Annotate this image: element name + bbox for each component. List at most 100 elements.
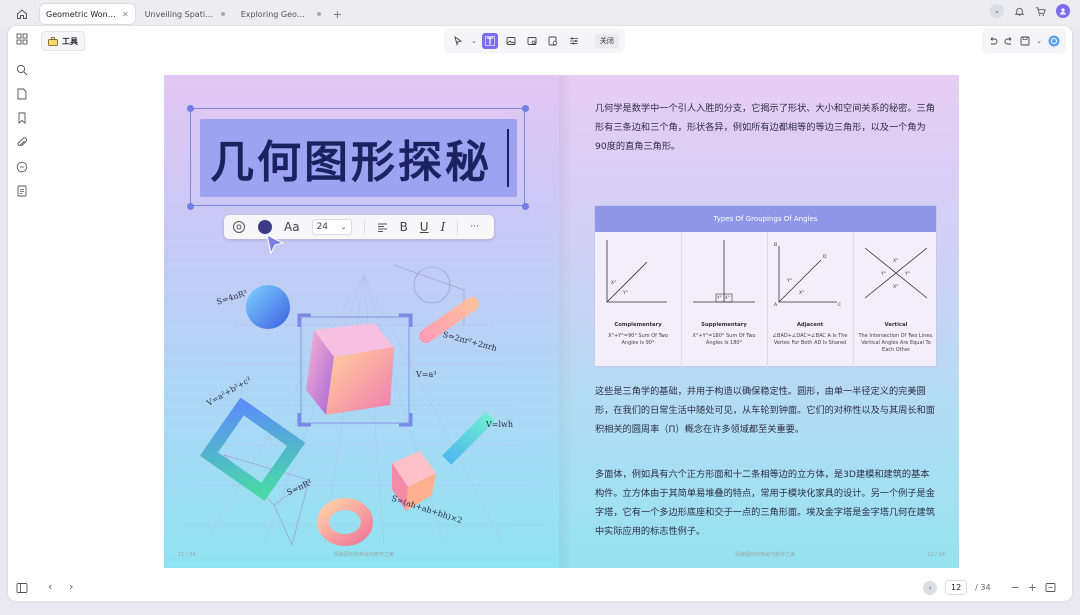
left-sidebar xyxy=(8,26,36,601)
supplementary-angle-diagram: Y° X° xyxy=(693,240,755,303)
chevron-down-icon: ⌄ xyxy=(340,223,347,231)
sidebar-toggle-icon[interactable] xyxy=(16,582,28,594)
tab-unveiling-spatial[interactable]: Unveiling Spatial My... xyxy=(139,4,231,24)
svg-text:Y°: Y° xyxy=(786,278,792,284)
svg-text:C: C xyxy=(838,302,841,308)
fit-page-icon[interactable] xyxy=(1045,582,1056,593)
thumbnails-icon[interactable] xyxy=(16,33,28,45)
angle-cell-supplementary: Y° X° Supplementary X°+Y°=180° Sum Of Two… xyxy=(681,232,767,368)
chevron-down-icon[interactable]: ⌄ xyxy=(471,37,477,45)
text-color-button[interactable] xyxy=(258,220,272,234)
previous-page-button[interactable]: ‹ xyxy=(48,580,52,593)
close-tab-icon[interactable]: ✕ xyxy=(122,10,129,19)
move-icon[interactable] xyxy=(232,220,246,234)
page-gutter xyxy=(559,75,573,568)
home-button[interactable] xyxy=(8,0,36,28)
title-text-box[interactable]: 几何图形探秘 xyxy=(200,119,517,197)
svg-text:B: B xyxy=(774,242,777,248)
bookmark-icon[interactable] xyxy=(16,112,28,124)
italic-button[interactable]: I xyxy=(441,220,446,234)
angle-description: The Intersection Of Two Lines. Vertical … xyxy=(858,333,934,353)
more-options-button[interactable]: ··· xyxy=(470,222,479,232)
angle-name: Adjacent xyxy=(796,322,824,328)
resize-handle[interactable] xyxy=(522,105,529,112)
tools-button[interactable]: 工具 xyxy=(41,31,85,51)
home-icon xyxy=(17,9,27,19)
bold-button[interactable]: B xyxy=(400,220,408,234)
circle-paragraph: 这些是三角学的基础，并用于构造以确保稳定性。圆形，由单一半径定义的完美圆形，在我… xyxy=(595,386,935,435)
total-pages: / 34 xyxy=(975,583,991,592)
angle-cell-complementary: X° Y° Complementary X°+Y°=90° Sum Of Two … xyxy=(595,232,681,368)
toolbar-divider xyxy=(457,220,459,234)
watermark-tool-button[interactable] xyxy=(545,33,561,49)
svg-text:Y°: Y° xyxy=(880,271,886,277)
previous-page-icon[interactable]: ‹ xyxy=(923,580,938,595)
top-toolbar: 工具 ⌄ 关闭 ⌄ xyxy=(8,26,1072,56)
toolbox-icon xyxy=(48,36,58,46)
bottom-bar: ‹ › ‹ 12 / 34 − + xyxy=(8,575,1072,601)
link-tool-button[interactable] xyxy=(524,33,540,49)
redo-icon[interactable] xyxy=(1004,36,1014,46)
undo-icon[interactable] xyxy=(988,36,998,46)
svg-text:D: D xyxy=(823,254,827,260)
angle-cell-adjacent: B D A C Y° X° Adjacent ∠BAD+∠DAC=∠BAC A Is Th… xyxy=(767,232,853,368)
search-icon[interactable] xyxy=(16,64,28,76)
tab-geometric-wonders[interactable]: Geometric Wonde... ✕ xyxy=(40,4,135,24)
align-left-icon[interactable] xyxy=(377,222,388,233)
close-edit-button[interactable]: 关闭 xyxy=(594,34,619,48)
font-family-button[interactable]: Aa xyxy=(284,220,300,234)
sphere-shape xyxy=(246,285,290,329)
comment-icon[interactable] xyxy=(16,161,28,173)
svg-text:Y°: Y° xyxy=(716,295,721,300)
resize-handle[interactable] xyxy=(187,105,194,112)
angle-description: X°+Y°=180° Sum Of Two Angles Is 180° xyxy=(692,333,756,346)
form-icon[interactable] xyxy=(16,185,28,197)
ai-assistant-icon[interactable] xyxy=(1048,35,1060,47)
cart-icon[interactable] xyxy=(1035,6,1046,17)
resize-handle[interactable] xyxy=(522,203,529,210)
image-tool-button[interactable] xyxy=(503,33,519,49)
app-window: 工具 ⌄ 关闭 ⌄ 几何图形探秘 Aa 24 ⌄ B U I ··· S=4πR… xyxy=(8,26,1072,601)
svg-text:A: A xyxy=(774,302,778,308)
page-number-input[interactable]: 12 xyxy=(945,580,968,595)
svg-text:X°: X° xyxy=(799,290,804,296)
zoom-in-button[interactable]: + xyxy=(1028,581,1037,594)
resize-handle[interactable] xyxy=(187,203,194,210)
page-icon[interactable] xyxy=(16,88,28,100)
bell-icon[interactable] xyxy=(1014,6,1025,17)
svg-text:Y°: Y° xyxy=(622,290,628,296)
select-tool-button[interactable] xyxy=(450,33,466,49)
angle-description: ∠BAD+∠DAC=∠BAC A Is The Vertex For Both … xyxy=(772,333,848,346)
chevron-down-icon[interactable]: ⌄ xyxy=(1036,37,1042,45)
pointer-cursor-icon xyxy=(266,234,285,255)
cube-shape xyxy=(306,323,394,415)
text-tool-button[interactable] xyxy=(481,33,498,49)
tab-list-button[interactable]: ⌄ xyxy=(990,4,1004,18)
tab-strip: Geometric Wonde... ✕ Unveiling Spatial M… xyxy=(0,0,1080,28)
next-page-button[interactable]: › xyxy=(69,580,73,593)
page-caption: 探索图形的奥秘与数学之美 xyxy=(334,552,395,558)
tab-dot-icon xyxy=(220,12,225,16)
window-controls: ⌄ xyxy=(990,4,1070,18)
zoom-out-button[interactable]: − xyxy=(1011,581,1020,594)
tools-label: 工具 xyxy=(62,36,78,46)
tab-label: Geometric Wonde... xyxy=(46,9,116,19)
page-number: 11 / 34 xyxy=(178,552,196,558)
settings-tool-button[interactable] xyxy=(566,33,582,49)
sliders-icon xyxy=(569,37,578,45)
tab-exploring-geometric[interactable]: Exploring Geometric... xyxy=(235,4,327,24)
user-avatar[interactable] xyxy=(1056,4,1070,18)
page-navigator: ‹ 12 / 34 − + xyxy=(923,580,1056,595)
save-icon[interactable] xyxy=(1020,36,1030,46)
vertical-angle-diagram: X° X° Y° Y° xyxy=(864,247,928,299)
new-tab-button[interactable]: + xyxy=(333,8,342,21)
angle-cell-vertical: X° X° Y° Y° Vertical The Intersection Of Tw… xyxy=(853,232,939,368)
torus-shape xyxy=(317,498,373,546)
angle-description: X°+Y°=90° Sum Of Two Angles Is 90° xyxy=(608,333,668,346)
font-size-select[interactable]: 24 ⌄ xyxy=(311,219,352,235)
page-title[interactable]: 几何图形探秘 xyxy=(210,126,492,190)
underline-button[interactable]: U xyxy=(420,220,429,234)
user-icon xyxy=(1060,8,1066,15)
complementary-angle-diagram: X° Y° xyxy=(606,240,667,303)
attachment-icon[interactable] xyxy=(16,137,28,149)
